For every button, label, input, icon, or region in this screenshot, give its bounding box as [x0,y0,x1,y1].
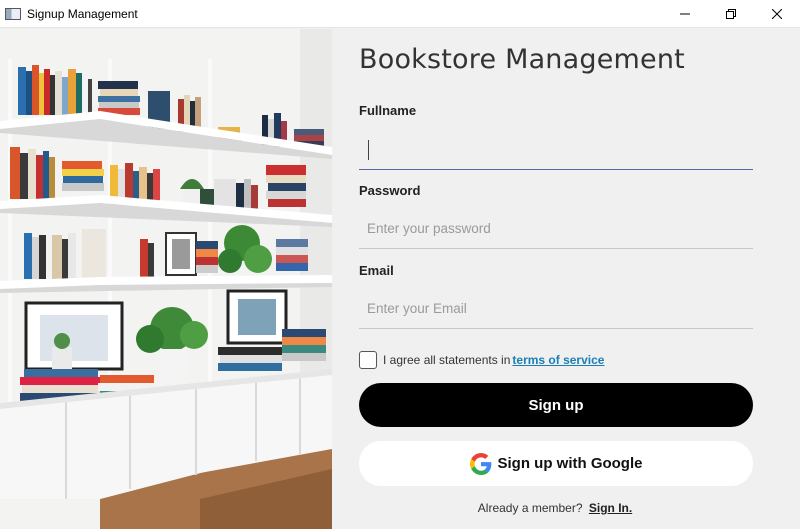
text-caret [368,140,369,160]
bookshelf-illustration [0,29,332,529]
fullname-field[interactable] [359,130,753,170]
email-field[interactable] [359,289,753,329]
terms-row: I agree all statements in terms of servi… [359,350,604,370]
email-label: Email [359,263,394,278]
fullname-input[interactable] [359,130,753,169]
bookshelf-photo [0,29,332,529]
signup-form: Bookstore Management Fullname Password E… [332,29,800,529]
google-icon [469,452,491,475]
restore-icon [726,9,736,19]
terms-checkbox[interactable] [359,351,377,369]
google-signup-button[interactable]: Sign up with Google [359,441,753,486]
title-bar: Signup Management [0,0,800,28]
terms-of-service-link[interactable]: terms of service [512,353,604,367]
restore-button[interactable] [708,0,754,28]
google-signup-label: Sign up with Google [497,455,643,472]
footer: Already a member? Sign In. [332,501,778,515]
signup-button[interactable]: Sign up [359,383,753,427]
sign-in-link[interactable]: Sign In. [589,501,632,515]
fullname-label: Fullname [359,103,417,118]
app-icon [5,7,21,20]
page-title: Bookstore Management [359,44,685,75]
password-input[interactable] [359,209,753,248]
minimize-icon [680,13,690,15]
email-input[interactable] [359,289,753,328]
already-member-text: Already a member? [477,501,583,515]
password-label: Password [359,183,421,198]
close-button[interactable] [754,0,800,28]
window-controls [662,0,800,28]
terms-text: I agree all statements in [383,353,511,367]
close-icon [772,9,782,19]
minimize-button[interactable] [662,0,708,28]
password-field[interactable] [359,209,753,249]
window-title: Signup Management [27,6,138,21]
